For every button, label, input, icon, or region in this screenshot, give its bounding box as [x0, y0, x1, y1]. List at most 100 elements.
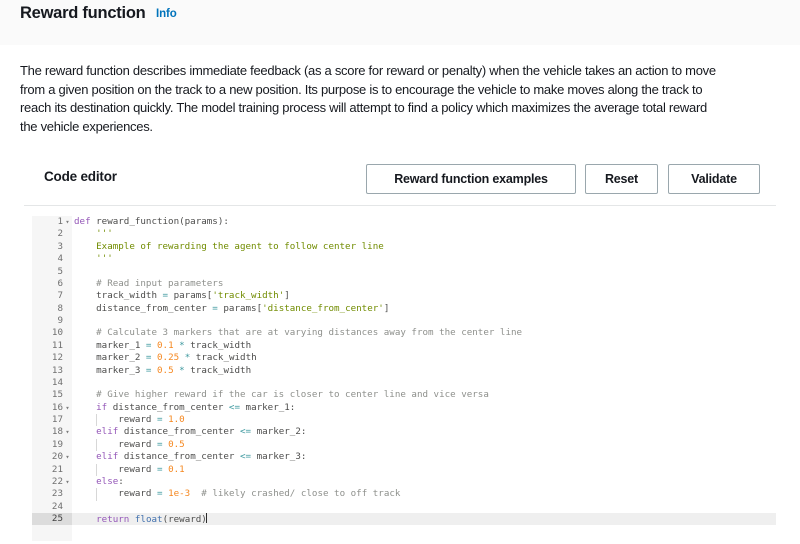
code-line[interactable]: if distance_from_center <= marker_1:: [72, 402, 776, 414]
code-fold-toggle-icon[interactable]: ▾: [63, 476, 72, 488]
gutter-line-number[interactable]: 19: [32, 439, 72, 451]
gutter-line-number[interactable]: 23: [32, 488, 72, 500]
code-line[interactable]: [72, 501, 776, 513]
description-line: from a given position on the track to a …: [20, 81, 792, 100]
code-line[interactable]: elif distance_from_center <= marker_3:: [72, 451, 776, 463]
gutter-line-number[interactable]: 25: [32, 513, 72, 525]
info-link[interactable]: Info: [156, 8, 177, 20]
line-number: 12: [52, 352, 63, 364]
code-line-text: track_width = params['track_width']: [74, 290, 290, 302]
code-line[interactable]: elif distance_from_center <= marker_2:: [72, 426, 776, 438]
code-line[interactable]: reward = 0.1: [72, 464, 776, 476]
code-token-txt: distance_from_center: [118, 451, 240, 462]
code-line[interactable]: [72, 315, 776, 327]
code-token-txt: [74, 389, 96, 400]
code-token-op: <=: [229, 402, 240, 413]
code-line[interactable]: # Read input parameters: [72, 278, 776, 290]
code-line-text: # Calculate 3 markers that are at varyin…: [74, 327, 522, 339]
code-line-text: marker_3 = 0.5 * track_width: [74, 365, 251, 377]
gutter-line-number[interactable]: 1▾: [32, 216, 72, 228]
line-number: 23: [52, 488, 63, 500]
reward-function-examples-button[interactable]: Reward function examples: [366, 164, 576, 194]
gutter-line-number[interactable]: 8: [32, 303, 72, 315]
code-token-op: <=: [240, 451, 251, 462]
line-number: 5: [57, 266, 63, 278]
code-line[interactable]: distance_from_center = params['distance_…: [72, 303, 776, 315]
gutter-line-number[interactable]: 15: [32, 389, 72, 401]
editor-code-area[interactable]: def reward_function(params): ''' Example…: [72, 216, 776, 541]
gutter-line-number[interactable]: 20▾: [32, 451, 72, 463]
code-line[interactable]: marker_3 = 0.5 * track_width: [72, 365, 776, 377]
editor-gutter[interactable]: 1▾2345678910111213141516▾1718▾1920▾2122▾…: [32, 216, 72, 541]
description-line: The reward function describes immediate …: [20, 62, 792, 81]
code-token-str: ''': [96, 228, 113, 239]
code-line[interactable]: ''': [72, 253, 776, 265]
code-line[interactable]: reward = 1e-3 # likely crashed/ close to…: [72, 488, 776, 500]
gutter-line-number[interactable]: 11: [32, 340, 72, 352]
code-line[interactable]: reward = 1.0: [72, 414, 776, 426]
code-line[interactable]: [72, 377, 776, 389]
gutter-line-number[interactable]: 5: [32, 266, 72, 278]
gutter-line-number[interactable]: 6: [32, 278, 72, 290]
gutter-line-number[interactable]: 13: [32, 365, 72, 377]
code-token-com: # Calculate 3 markers that are at varyin…: [96, 327, 522, 338]
gutter-line-number[interactable]: 2: [32, 228, 72, 240]
line-number: 3: [57, 241, 63, 253]
code-line[interactable]: track_width = params['track_width']: [72, 290, 776, 302]
code-token-txt: track_width: [190, 352, 256, 363]
code-fold-toggle-icon[interactable]: ▾: [63, 451, 72, 463]
gutter-line-number[interactable]: 7: [32, 290, 72, 302]
code-fold-toggle-icon[interactable]: ▾: [63, 216, 72, 228]
code-line[interactable]: marker_1 = 0.1 * track_width: [72, 340, 776, 352]
code-fold-toggle-icon[interactable]: ▾: [63, 402, 72, 414]
description-line: the vehicle experiences.: [20, 118, 792, 137]
code-token-txt: reward: [74, 439, 157, 450]
line-number: 17: [52, 414, 63, 426]
gutter-line-number[interactable]: 3: [32, 241, 72, 253]
code-line-text: ''': [74, 228, 113, 240]
code-line[interactable]: return float(reward): [72, 513, 776, 525]
code-line-text: marker_2 = 0.25 * track_width: [74, 352, 257, 364]
gutter-line-number[interactable]: 10: [32, 327, 72, 339]
page-title: Reward function: [20, 4, 146, 23]
code-line[interactable]: # Calculate 3 markers that are at varyin…: [72, 327, 776, 339]
code-token-kw: def: [74, 216, 91, 227]
code-token-num: 1.0: [168, 414, 185, 425]
gutter-line-number[interactable]: 4: [32, 253, 72, 265]
code-editor[interactable]: 1▾2345678910111213141516▾1718▾1920▾2122▾…: [32, 216, 776, 541]
code-line[interactable]: marker_2 = 0.25 * track_width: [72, 352, 776, 364]
code-token-txt: [74, 476, 96, 487]
gutter-line-number[interactable]: 9: [32, 315, 72, 327]
code-line[interactable]: else:: [72, 476, 776, 488]
gutter-line-number[interactable]: 21: [32, 464, 72, 476]
code-line[interactable]: Example of rewarding the agent to follow…: [72, 241, 776, 253]
code-token-txt: reward: [74, 414, 157, 425]
code-line-text: # Give higher reward if the car is close…: [74, 389, 489, 401]
code-fold-toggle-icon[interactable]: ▾: [63, 426, 72, 438]
line-number: 2: [57, 228, 63, 240]
gutter-line-number[interactable]: 16▾: [32, 402, 72, 414]
code-line[interactable]: def reward_function(params):: [72, 216, 776, 228]
code-token-txt: [190, 488, 201, 499]
line-number: 8: [57, 303, 63, 315]
code-line[interactable]: # Give higher reward if the car is close…: [72, 389, 776, 401]
code-line-text: distance_from_center = params['distance_…: [74, 303, 389, 315]
code-line[interactable]: ''': [72, 228, 776, 240]
code-line[interactable]: [72, 266, 776, 278]
gutter-line-number[interactable]: 12: [32, 352, 72, 364]
gutter-line-number[interactable]: 14: [32, 377, 72, 389]
gutter-line-number[interactable]: 22▾: [32, 476, 72, 488]
code-line[interactable]: reward = 0.5: [72, 439, 776, 451]
gutter-line-number[interactable]: 24: [32, 501, 72, 513]
code-token-txt: [74, 451, 96, 462]
gutter-line-number[interactable]: 18▾: [32, 426, 72, 438]
code-token-com: # Give higher reward if the car is close…: [96, 389, 489, 400]
code-line-text: else:: [74, 476, 124, 488]
code-token-num: 0.1: [157, 340, 174, 351]
validate-button[interactable]: Validate: [668, 164, 760, 194]
code-token-txt: ]: [384, 303, 390, 314]
code-line-text: Example of rewarding the agent to follow…: [74, 241, 384, 253]
gutter-line-number[interactable]: 17: [32, 414, 72, 426]
reset-button[interactable]: Reset: [585, 164, 658, 194]
code-token-num: 1e-3: [168, 488, 190, 499]
